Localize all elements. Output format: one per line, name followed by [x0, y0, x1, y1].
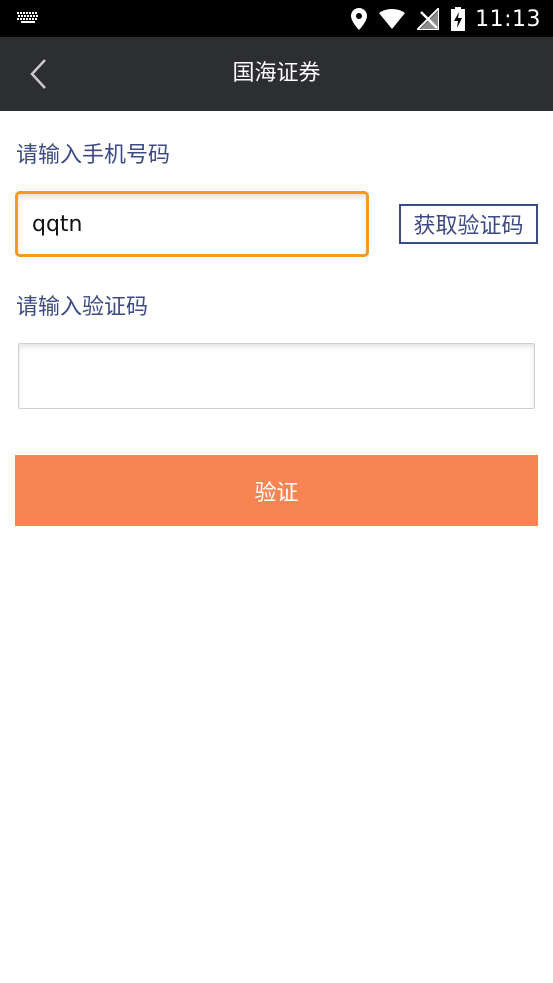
status-time: 11:13: [475, 6, 541, 32]
wifi-icon: [379, 9, 406, 29]
app-bar: 国海证券: [0, 37, 553, 111]
page-title: 国海证券: [232, 61, 321, 86]
verification-code-input[interactable]: [18, 343, 535, 409]
status-bar: 11:13: [0, 0, 553, 37]
verify-button[interactable]: 验证: [15, 455, 538, 526]
battery-charging-icon: [451, 7, 466, 31]
code-label: 请输入验证码: [16, 295, 149, 320]
phone-label: 请输入手机号码: [16, 143, 171, 168]
get-code-button[interactable]: 获取验证码: [399, 204, 538, 244]
location-icon: [351, 8, 368, 30]
phone-input[interactable]: [15, 191, 369, 257]
no-signal-icon: [417, 8, 440, 30]
keyboard-icon: [17, 12, 38, 23]
